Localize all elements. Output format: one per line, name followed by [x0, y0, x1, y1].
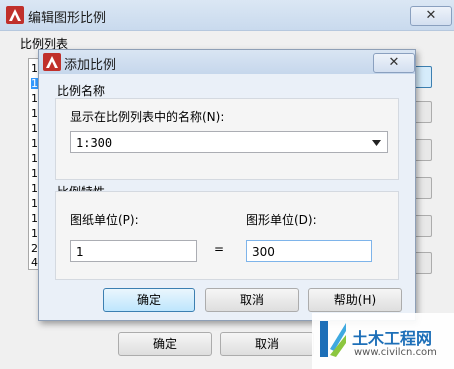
- drawing-units-value: 300: [252, 245, 275, 259]
- display-name-value: 1:300: [76, 136, 113, 150]
- edit-side-button[interactable]: [414, 101, 432, 123]
- add-ok-button[interactable]: 确定: [103, 288, 195, 312]
- list-item[interactable]: 1: [31, 198, 38, 209]
- add-cancel-button[interactable]: 取消: [205, 288, 299, 312]
- list-item[interactable]: 4: [31, 257, 38, 268]
- outer-title-bar[interactable]: 编辑图形比例 ✕: [0, 0, 454, 31]
- list-item[interactable]: 1: [31, 108, 38, 119]
- list-item[interactable]: 1: [31, 153, 38, 164]
- watermark-name: 土木工程网: [352, 329, 433, 348]
- display-name-combobox[interactable]: 1:300: [70, 131, 388, 153]
- autocad-logo-icon: [43, 53, 61, 71]
- paper-units-input[interactable]: 1: [70, 240, 197, 262]
- civilcn-logo-icon: [320, 321, 346, 357]
- chevron-down-icon[interactable]: [372, 140, 381, 146]
- inner-title-bar[interactable]: 添加比例 ✕: [39, 50, 415, 74]
- list-item[interactable]: 1: [31, 228, 38, 239]
- paper-units-value: 1: [76, 245, 84, 259]
- paper-units-label: 图纸单位(P):: [70, 213, 139, 227]
- scale-name-panel: 显示在比例列表中的名称(N): 1:300: [55, 98, 399, 180]
- drawing-units-label: 图形单位(D):: [246, 213, 317, 227]
- scale-name-group-label: 比例名称: [57, 84, 106, 98]
- list-item[interactable]: 2: [31, 243, 38, 254]
- move-down-side-button[interactable]: [414, 177, 432, 199]
- equals-sign: =: [214, 242, 225, 256]
- list-item[interactable]: 1: [31, 63, 38, 74]
- outer-cancel-button[interactable]: 取消: [220, 332, 314, 356]
- list-item[interactable]: 1: [31, 138, 38, 149]
- list-item[interactable]: 1: [31, 213, 38, 224]
- help-button[interactable]: 帮助(H): [308, 288, 402, 312]
- add-scale-dialog: 添加比例 ✕ 比例名称 显示在比例列表中的名称(N): 1:300 比例特性 图…: [38, 49, 416, 321]
- autocad-logo-icon: [6, 6, 24, 24]
- list-item[interactable]: 1: [31, 168, 38, 179]
- watermark-url: www.civilcn.com: [354, 347, 437, 358]
- list-item-selected[interactable]: 1: [31, 78, 38, 89]
- watermark: 土木工程网 www.civilcn.com: [312, 313, 454, 369]
- scale-properties-panel: 图纸单位(P): 1 = 图形单位(D): 300: [55, 191, 399, 280]
- list-item[interactable]: 1: [31, 183, 38, 194]
- outer-dialog-title: 编辑图形比例: [28, 11, 107, 26]
- reset-side-button[interactable]: [414, 252, 432, 274]
- add-dialog-title: 添加比例: [64, 58, 117, 73]
- drawing-units-input[interactable]: 300: [246, 240, 372, 262]
- list-item[interactable]: 1: [31, 93, 38, 104]
- outer-ok-button[interactable]: 确定: [118, 332, 212, 356]
- outer-close-button[interactable]: ✕: [410, 6, 452, 26]
- move-up-side-button[interactable]: [414, 139, 432, 161]
- delete-side-button[interactable]: [414, 215, 432, 237]
- add-dialog-close-button[interactable]: ✕: [373, 53, 415, 73]
- display-name-label: 显示在比例列表中的名称(N):: [70, 110, 225, 124]
- list-item[interactable]: 1: [31, 123, 38, 134]
- add-scale-side-button[interactable]: [414, 66, 432, 88]
